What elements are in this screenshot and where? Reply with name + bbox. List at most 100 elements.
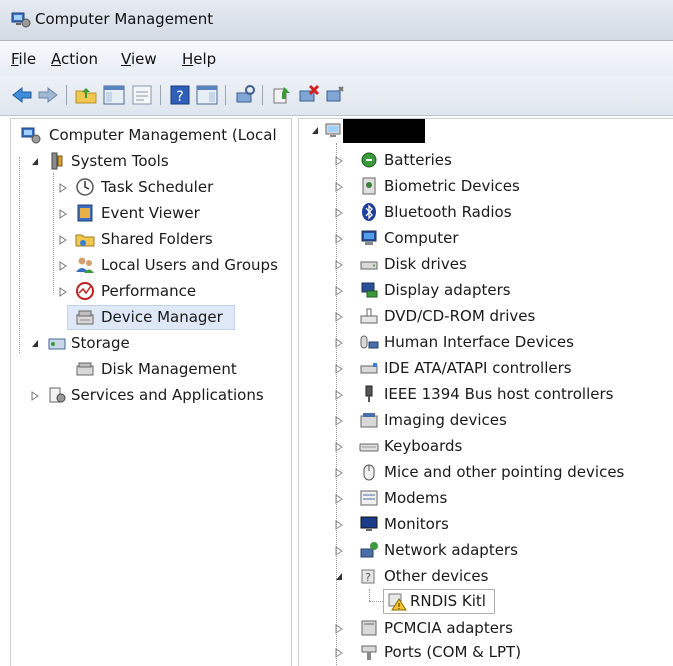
collapsed-arrow-icon[interactable] [335,234,343,244]
collapsed-arrow-icon[interactable] [335,624,343,634]
menu-help[interactable]: Help [182,50,216,68]
device-category-monitors[interactable]: Monitors [299,513,673,537]
collapsed-arrow-icon[interactable] [335,546,343,556]
device-category-display-adapters[interactable]: Display adapters [299,279,673,303]
collapsed-arrow-icon[interactable] [335,416,343,426]
tree-item-computer-management[interactable]: Computer Management (Local [11,124,291,148]
expanded-arrow-icon[interactable] [31,157,39,167]
collapsed-arrow-icon[interactable] [335,390,343,400]
tree-item-performance[interactable]: Performance [11,280,291,304]
device-category-network-adapters[interactable]: Network adapters [299,539,673,563]
device-rndis-kitl[interactable]: ! RNDIS Kitl [299,590,673,614]
network-adapter-icon [360,542,378,558]
tree-item-label: Services and Applications [71,386,264,404]
collapsed-arrow-icon[interactable] [335,494,343,504]
collapsed-arrow-icon[interactable] [335,182,343,192]
collapsed-arrow-icon[interactable] [335,364,343,374]
collapsed-arrow-icon[interactable] [335,156,343,166]
device-category-mice-and-other-pointing-devices[interactable]: Mice and other pointing devices [299,461,673,485]
collapsed-arrow-icon[interactable] [335,312,343,322]
device-tree-root[interactable] [299,119,673,143]
collapsed-arrow-icon[interactable] [59,261,67,271]
up-folder-icon[interactable] [74,83,98,107]
collapsed-arrow-icon[interactable] [335,442,343,452]
device-category-ieee-1394-bus-host-controllers[interactable]: IEEE 1394 Bus host controllers [299,383,673,407]
menu-view[interactable]: View [121,50,157,68]
device-category-ide-ata-atapi-controllers[interactable]: IDE ATA/ATAPI controllers [299,357,673,381]
tree-item-task-scheduler[interactable]: Task Scheduler [11,176,291,200]
device-category-ports[interactable]: Ports (COM & LPT) [299,641,673,665]
collapsed-arrow-icon[interactable] [335,338,343,348]
expanded-arrow-icon[interactable] [335,572,343,582]
show-hide-action-pane-icon[interactable] [195,83,219,107]
svg-text:!: ! [397,602,400,611]
tree-item-system-tools[interactable]: System Tools [11,150,291,174]
uninstall-device-icon[interactable] [297,83,321,107]
scan-hardware-icon[interactable] [233,83,257,107]
device-category-modems[interactable]: Modems [299,487,673,511]
collapsed-arrow-icon[interactable] [335,468,343,478]
device-category-label: Display adapters [384,281,511,299]
device-category-imaging-devices[interactable]: Imaging devices [299,409,673,433]
window-title: Computer Management [35,10,214,28]
disable-device-icon[interactable] [323,83,347,107]
collapsed-arrow-icon[interactable] [31,391,39,401]
tree-item-label: Event Viewer [101,204,200,222]
tree-item-event-viewer[interactable]: Event Viewer [11,202,291,226]
collapsed-arrow-icon[interactable] [59,235,67,245]
device-category-label: Batteries [384,151,452,169]
expanded-arrow-icon[interactable] [31,339,39,349]
forward-arrow-icon[interactable] [36,83,60,107]
computer-management-icon [21,127,41,144]
monitor-icon [360,516,378,531]
console-tree-pane[interactable]: Computer Management (Local System Tools … [10,118,292,666]
collapsed-arrow-icon[interactable] [59,209,67,219]
device-category-pcmcia-adapters[interactable]: PCMCIA adapters [299,617,673,641]
tree-item-storage[interactable]: Storage [11,332,291,356]
device-category-biometric-devices[interactable]: Biometric Devices [299,175,673,199]
device-tree-pane[interactable]: Batteries Biometric Devices Bluetooth Ra… [298,118,673,666]
device-category-disk-drives[interactable]: Disk drives [299,253,673,277]
device-category-dvd-cd-rom-drives[interactable]: DVD/CD-ROM drives [299,305,673,329]
collapsed-arrow-icon[interactable] [335,208,343,218]
unknown-device-icon: ? [361,569,375,584]
collapsed-arrow-icon[interactable] [59,183,67,193]
toolbar-separator [66,85,67,105]
biometric-icon [362,177,376,195]
collapsed-arrow-icon[interactable] [335,260,343,270]
device-category-label: Keyboards [384,437,463,455]
collapsed-arrow-icon[interactable] [59,287,67,297]
device-category-bluetooth-radios[interactable]: Bluetooth Radios [299,201,673,225]
tree-item-disk-management[interactable]: Disk Management [11,358,291,382]
device-category-computer[interactable]: Computer [299,227,673,251]
tree-item-shared-folders[interactable]: Shared Folders [11,228,291,252]
disk-management-icon [76,362,94,376]
bluetooth-icon [362,203,376,221]
hid-icon [360,335,379,349]
device-category-batteries[interactable]: Batteries [299,149,673,173]
title-bar[interactable]: Computer Management [0,0,673,41]
device-category-other-devices[interactable]: ? Other devices [299,565,673,589]
menu-action[interactable]: Action [51,50,98,68]
device-category-label: Imaging devices [384,411,507,429]
tree-item-label: Computer Management (Local [49,126,277,144]
ide-controller-icon [360,363,378,374]
help-icon[interactable]: ? [168,83,192,107]
expanded-arrow-icon[interactable] [311,126,319,136]
show-hide-tree-icon[interactable] [102,83,126,107]
tree-item-local-users-and-groups[interactable]: Local Users and Groups [11,254,291,278]
tree-item-services-and-applications[interactable]: Services and Applications [11,384,291,408]
collapsed-arrow-icon[interactable] [335,520,343,530]
back-arrow-icon[interactable] [10,83,34,107]
menu-file[interactable]: File [11,50,36,68]
properties-icon[interactable] [130,83,154,107]
device-category-human-interface-devices[interactable]: Human Interface Devices [299,331,673,355]
tree-item-device-manager[interactable]: Device Manager [11,306,291,330]
tree-item-label: Shared Folders [101,230,213,248]
device-category-keyboards[interactable]: Keyboards [299,435,673,459]
computer-icon [325,123,341,137]
update-driver-icon[interactable] [270,83,294,107]
mouse-icon [363,464,375,481]
collapsed-arrow-icon[interactable] [335,648,343,658]
collapsed-arrow-icon[interactable] [335,286,343,296]
